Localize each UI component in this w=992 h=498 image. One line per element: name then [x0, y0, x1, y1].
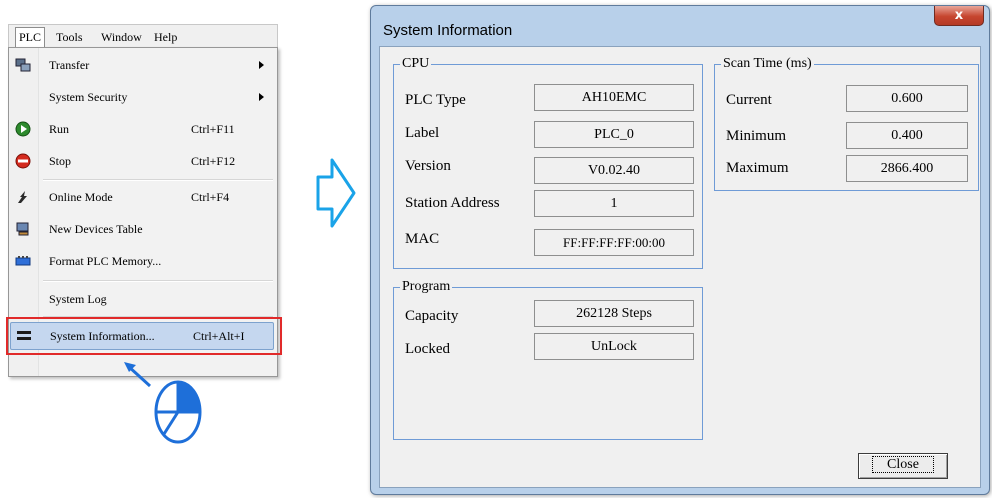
menu-item-shortcut: Ctrl+F11: [191, 122, 235, 136]
menubar-window[interactable]: Window: [98, 28, 145, 46]
menu-item-label: Transfer: [49, 58, 90, 72]
menu-item-label: Run: [49, 122, 70, 136]
menu-item-label: New Devices Table: [49, 222, 143, 236]
capacity-value: 262128 Steps: [534, 300, 694, 327]
cpu-group: CPU PLC Type AH10EMC Label PLC_0 Version…: [393, 56, 703, 269]
menu-item-run[interactable]: Run Ctrl+F11: [9, 114, 277, 144]
version-value: V0.02.40: [534, 157, 694, 184]
menu-item-new-devices-table[interactable]: New Devices Table: [9, 214, 277, 244]
menu-item-label: System Security: [49, 90, 128, 104]
dialog-close-icon[interactable]: x: [934, 6, 984, 26]
capacity-label: Capacity: [405, 308, 459, 324]
minimum-value: 0.400: [846, 122, 968, 149]
plc-type-value: AH10EMC: [534, 84, 694, 111]
station-address-label: Station Address: [405, 195, 500, 211]
locked-label: Locked: [405, 341, 450, 357]
menu-item-system-log[interactable]: System Log: [9, 284, 277, 314]
dialog-title: System Information: [383, 22, 513, 39]
cpu-group-title: CPU: [400, 56, 432, 72]
submenu-arrow-icon: [259, 93, 264, 101]
menubar-help[interactable]: Help: [151, 28, 180, 46]
label-value: PLC_0: [534, 121, 694, 148]
menu-item-shortcut: Ctrl+F12: [191, 154, 236, 168]
menubar: PLC Tools Window Help: [8, 24, 278, 48]
system-information-dialog: System Information x CPU PLC Type AH10EM…: [370, 5, 990, 495]
callout-red-box: [6, 317, 282, 355]
menu-item-label: Stop: [49, 154, 72, 168]
plc-type-label: PLC Type: [405, 92, 466, 108]
menu-separator: [43, 179, 273, 181]
menu-item-online-mode[interactable]: Online Mode Ctrl+F4: [9, 182, 277, 212]
menubar-tools[interactable]: Tools: [53, 28, 86, 46]
menu-item-label: Online Mode: [49, 190, 113, 204]
menu-item-transfer[interactable]: Transfer: [9, 50, 277, 80]
mac-value: FF:FF:FF:FF:00:00: [534, 229, 694, 256]
submenu-arrow-icon: [259, 61, 264, 69]
maximum-label: Maximum: [726, 160, 789, 176]
menu-item-label: Format PLC Memory...: [49, 254, 162, 268]
format-memory-icon: [15, 256, 31, 266]
menu-item-shortcut: Ctrl+F4: [191, 190, 230, 204]
menu-item-stop[interactable]: Stop Ctrl+F12: [9, 146, 277, 176]
label-label: Label: [405, 125, 440, 141]
current-label: Current: [726, 92, 772, 108]
transfer-icon: [15, 58, 31, 72]
dialog-client-area: CPU PLC Type AH10EMC Label PLC_0 Version…: [379, 46, 981, 488]
plc-menu-window: PLC Tools Window Help Transfer System Se…: [6, 24, 282, 444]
locked-value: UnLock: [534, 333, 694, 360]
scan-time-group-title: Scan Time (ms): [721, 56, 814, 72]
run-icon: [15, 121, 31, 137]
stop-icon: [15, 153, 31, 169]
scan-time-group: Scan Time (ms) Current 0.600 Minimum 0.4…: [714, 56, 979, 191]
menu-item-system-security[interactable]: System Security: [9, 82, 277, 112]
online-mode-icon: [18, 191, 27, 203]
program-group-title: Program: [400, 279, 453, 295]
menubar-plc[interactable]: PLC: [15, 27, 46, 48]
station-address-value: 1: [534, 190, 694, 217]
menu-item-label: System Log: [49, 292, 107, 306]
close-button[interactable]: Close: [858, 453, 948, 479]
version-label: Version: [405, 158, 451, 174]
mouse-click-icon: [124, 362, 202, 444]
mac-label: MAC: [405, 231, 440, 247]
plc-dropdown-menu: Transfer System Security Run Ctrl+F11 St…: [6, 47, 282, 377]
menu-separator: [43, 280, 273, 282]
devices-table-icon: [16, 222, 29, 236]
minimum-label: Minimum: [726, 128, 787, 144]
menu-item-format-plc-memory[interactable]: Format PLC Memory...: [9, 246, 277, 276]
current-value: 0.600: [846, 85, 968, 112]
right-arrow-icon: [316, 158, 356, 228]
program-group: Program Capacity 262128 Steps Locked UnL…: [393, 279, 703, 440]
maximum-value: 2866.400: [846, 155, 968, 182]
close-button-label: Close: [872, 456, 934, 473]
